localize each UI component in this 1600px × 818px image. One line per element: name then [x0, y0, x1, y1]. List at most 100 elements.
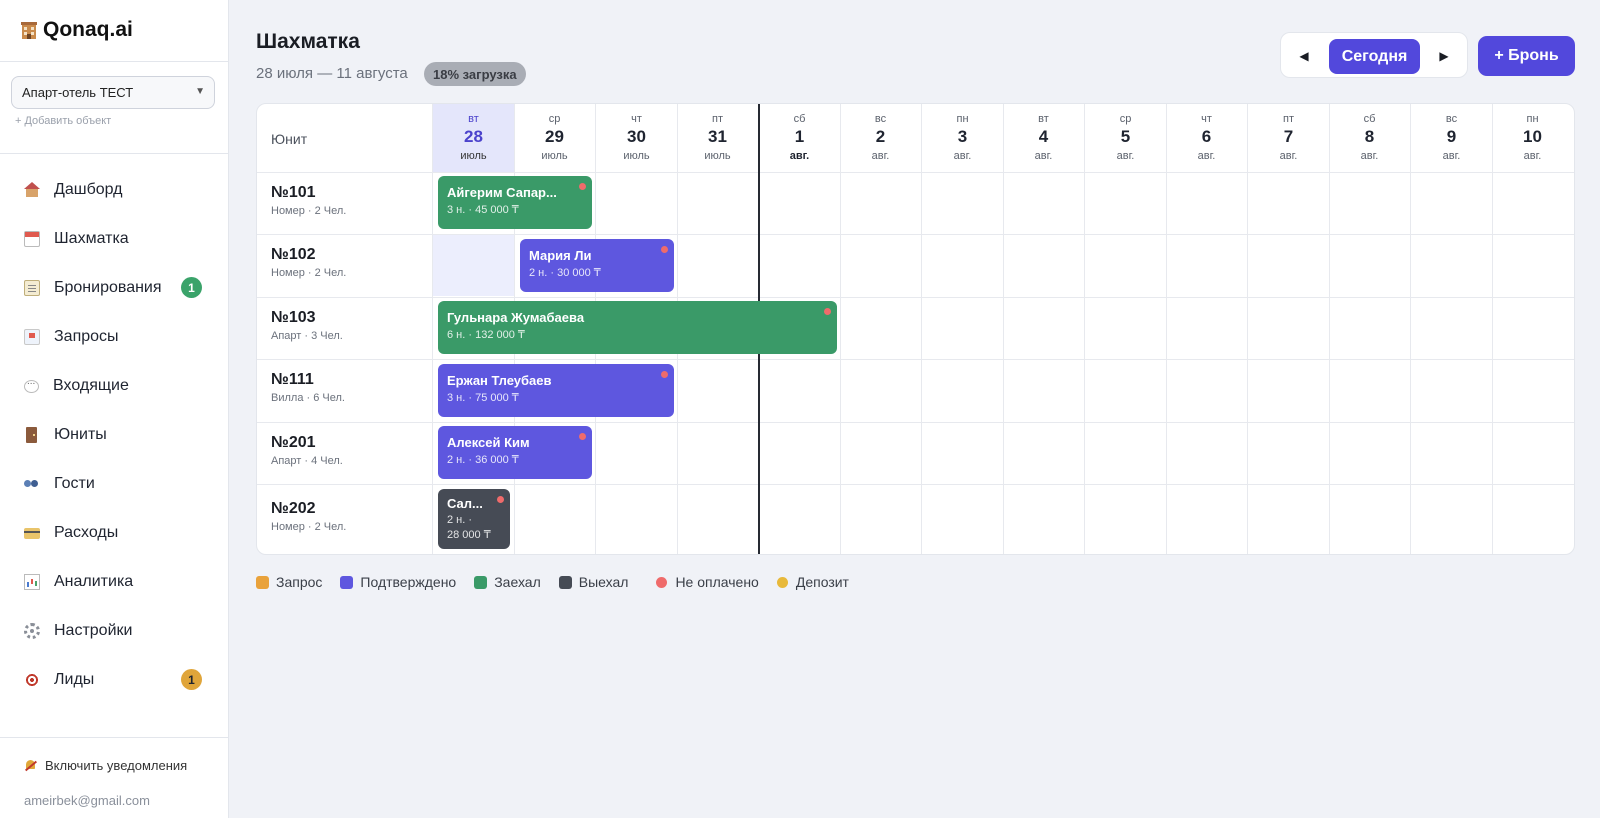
- property-select[interactable]: Апарт-отель ТЕСТ ▼: [11, 76, 215, 109]
- house-icon: [24, 181, 40, 198]
- day-number: 30: [627, 127, 646, 146]
- next-period-button[interactable]: ▶: [1427, 39, 1461, 73]
- grid-line: [257, 484, 1574, 485]
- bar-chart-icon: [24, 573, 40, 590]
- day-of-week: сб: [793, 113, 806, 125]
- sidebar-item-chessboard[interactable]: Шахматка: [0, 214, 229, 263]
- booking-card[interactable]: Ержан Тлеубаев 3 н. · 75 000 ₸: [438, 364, 674, 417]
- today-button[interactable]: Сегодня: [1329, 39, 1420, 74]
- booking-card[interactable]: Мария Ли 2 н. · 30 000 ₸: [520, 239, 674, 292]
- day-number: 6: [1201, 127, 1212, 146]
- credit-card-icon: [24, 528, 40, 539]
- unit-name: №101: [271, 184, 316, 201]
- unit-details: Номер · 2 Чел.: [271, 521, 347, 533]
- day-header[interactable]: вт 4 авг.: [1003, 104, 1084, 172]
- grid-line: [257, 234, 1574, 235]
- unpaid-indicator: [497, 496, 504, 503]
- users-icon: [24, 476, 40, 492]
- app-logo[interactable]: Qonaq.ai: [19, 18, 133, 42]
- booking-card[interactable]: Гульнара Жумабаева 6 н. · 132 000 ₸: [438, 301, 837, 354]
- legend-item-checked-in: Заехал: [474, 574, 541, 590]
- day-header[interactable]: сб 8 авг.: [1329, 104, 1410, 172]
- day-header[interactable]: ср 5 авг.: [1085, 104, 1166, 172]
- day-header[interactable]: пн 3 авг.: [922, 104, 1003, 172]
- new-booking-button[interactable]: + Бронь: [1478, 36, 1575, 76]
- booking-card[interactable]: Айгерим Сапар... 3 н. · 45 000 ₸: [438, 176, 592, 229]
- grid-line: [257, 297, 1574, 298]
- sidebar-item-label: Настройки: [54, 621, 133, 639]
- user-email: ameirbek@gmail.com: [24, 793, 150, 808]
- inbox-icon: [24, 328, 40, 345]
- booking-guest: Мария Ли: [529, 248, 592, 263]
- sidebar-item-settings[interactable]: Настройки: [0, 606, 229, 655]
- day-header[interactable]: ср 29 июль: [514, 104, 595, 172]
- day-header[interactable]: вс 9 авг.: [1411, 104, 1492, 172]
- unit-row-label[interactable]: №111 Вилла · 6 Чел.: [271, 371, 345, 404]
- day-header[interactable]: пт 31 июль: [677, 104, 758, 172]
- booking-card[interactable]: Алексей Ким 2 н. · 36 000 ₸: [438, 426, 592, 479]
- day-number: 29: [545, 127, 564, 146]
- day-header[interactable]: чт 6 авг.: [1166, 104, 1247, 172]
- unit-details: Апарт · 3 Чел.: [271, 330, 343, 342]
- day-number: 31: [708, 127, 727, 146]
- day-month: авг.: [1197, 150, 1216, 162]
- unit-row-label[interactable]: №103 Апарт · 3 Чел.: [271, 309, 343, 342]
- day-header[interactable]: чт 30 июль: [596, 104, 677, 172]
- day-header[interactable]: вс 2 авг.: [840, 104, 921, 172]
- sidebar-item-requests[interactable]: Запросы: [0, 312, 229, 361]
- sidebar: Qonaq.ai Апарт-отель ТЕСТ ▼ + Добавить о…: [0, 0, 229, 818]
- sidebar-item-leads[interactable]: Лиды 1: [0, 655, 229, 704]
- day-month: авг.: [1034, 150, 1053, 162]
- day-month: авг.: [789, 150, 810, 162]
- sidebar-item-analytics[interactable]: Аналитика: [0, 557, 229, 606]
- legend-label: Заехал: [494, 574, 541, 590]
- day-month: июль: [704, 150, 731, 162]
- divider: [0, 153, 229, 154]
- sidebar-item-units[interactable]: Юниты: [0, 410, 229, 459]
- unit-row-label[interactable]: №101 Номер · 2 Чел.: [271, 184, 346, 217]
- legend-swatch: [256, 575, 269, 589]
- day-number: 5: [1120, 127, 1131, 146]
- unit-row-label[interactable]: №102 Номер · 2 Чел.: [271, 246, 346, 279]
- booking-card[interactable]: Сал... 2 н. · 28 000 ₸: [438, 489, 510, 549]
- day-number: 1: [794, 127, 805, 146]
- day-month: авг.: [1116, 150, 1135, 162]
- notifications-label: Включить уведомления: [45, 758, 188, 773]
- sidebar-item-dashboard[interactable]: Дашборд: [0, 165, 229, 214]
- sidebar-item-expenses[interactable]: Расходы: [0, 508, 229, 557]
- unit-row-label[interactable]: №202 Номер · 2 Чел.: [271, 500, 346, 533]
- unit-name: №102: [271, 246, 316, 263]
- sidebar-item-label: Запросы: [54, 327, 119, 345]
- day-number: 28: [464, 127, 483, 146]
- day-header[interactable]: вт 28 июль: [433, 104, 514, 172]
- prev-period-button[interactable]: ◀: [1287, 39, 1321, 73]
- door-icon: [26, 426, 37, 443]
- legend-swatch: [558, 575, 572, 589]
- day-number: 9: [1446, 127, 1457, 146]
- unit-details: Номер · 2 Чел.: [271, 205, 347, 217]
- sidebar-nav: Дашборд Шахматка Бронирования 1 Запросы …: [0, 165, 229, 704]
- unit-row-label[interactable]: №201 Апарт · 4 Чел.: [271, 434, 343, 467]
- grid-line: [257, 359, 1574, 360]
- legend-label: Запрос: [276, 574, 323, 590]
- sidebar-item-inbox[interactable]: Входящие: [0, 361, 229, 410]
- day-month: июль: [541, 150, 568, 162]
- enable-notifications-button[interactable]: Включить уведомления: [24, 758, 187, 773]
- unpaid-indicator: [661, 246, 668, 253]
- date-navigation: ◀ Сегодня ▶: [1280, 32, 1468, 78]
- sidebar-item-label: Аналитика: [54, 572, 134, 590]
- day-header[interactable]: пн 10 авг.: [1492, 104, 1573, 172]
- sidebar-item-label: Лиды: [54, 670, 95, 688]
- sidebar-item-guests[interactable]: Гости: [0, 459, 229, 508]
- unit-details: Апарт · 4 Чел.: [271, 455, 343, 467]
- day-header[interactable]: сб 1 авг.: [759, 104, 840, 172]
- sidebar-item-bookings[interactable]: Бронирования 1: [0, 263, 229, 312]
- add-property-link[interactable]: + Добавить объект: [15, 115, 111, 127]
- day-number: 3: [957, 127, 968, 146]
- day-header[interactable]: пт 7 авг.: [1248, 104, 1329, 172]
- legend-dot: [776, 576, 788, 588]
- sidebar-item-label: Входящие: [53, 376, 129, 394]
- leads-count-badge: 1: [181, 669, 202, 690]
- day-of-week: ср: [548, 113, 561, 125]
- day-month: июль: [623, 150, 650, 162]
